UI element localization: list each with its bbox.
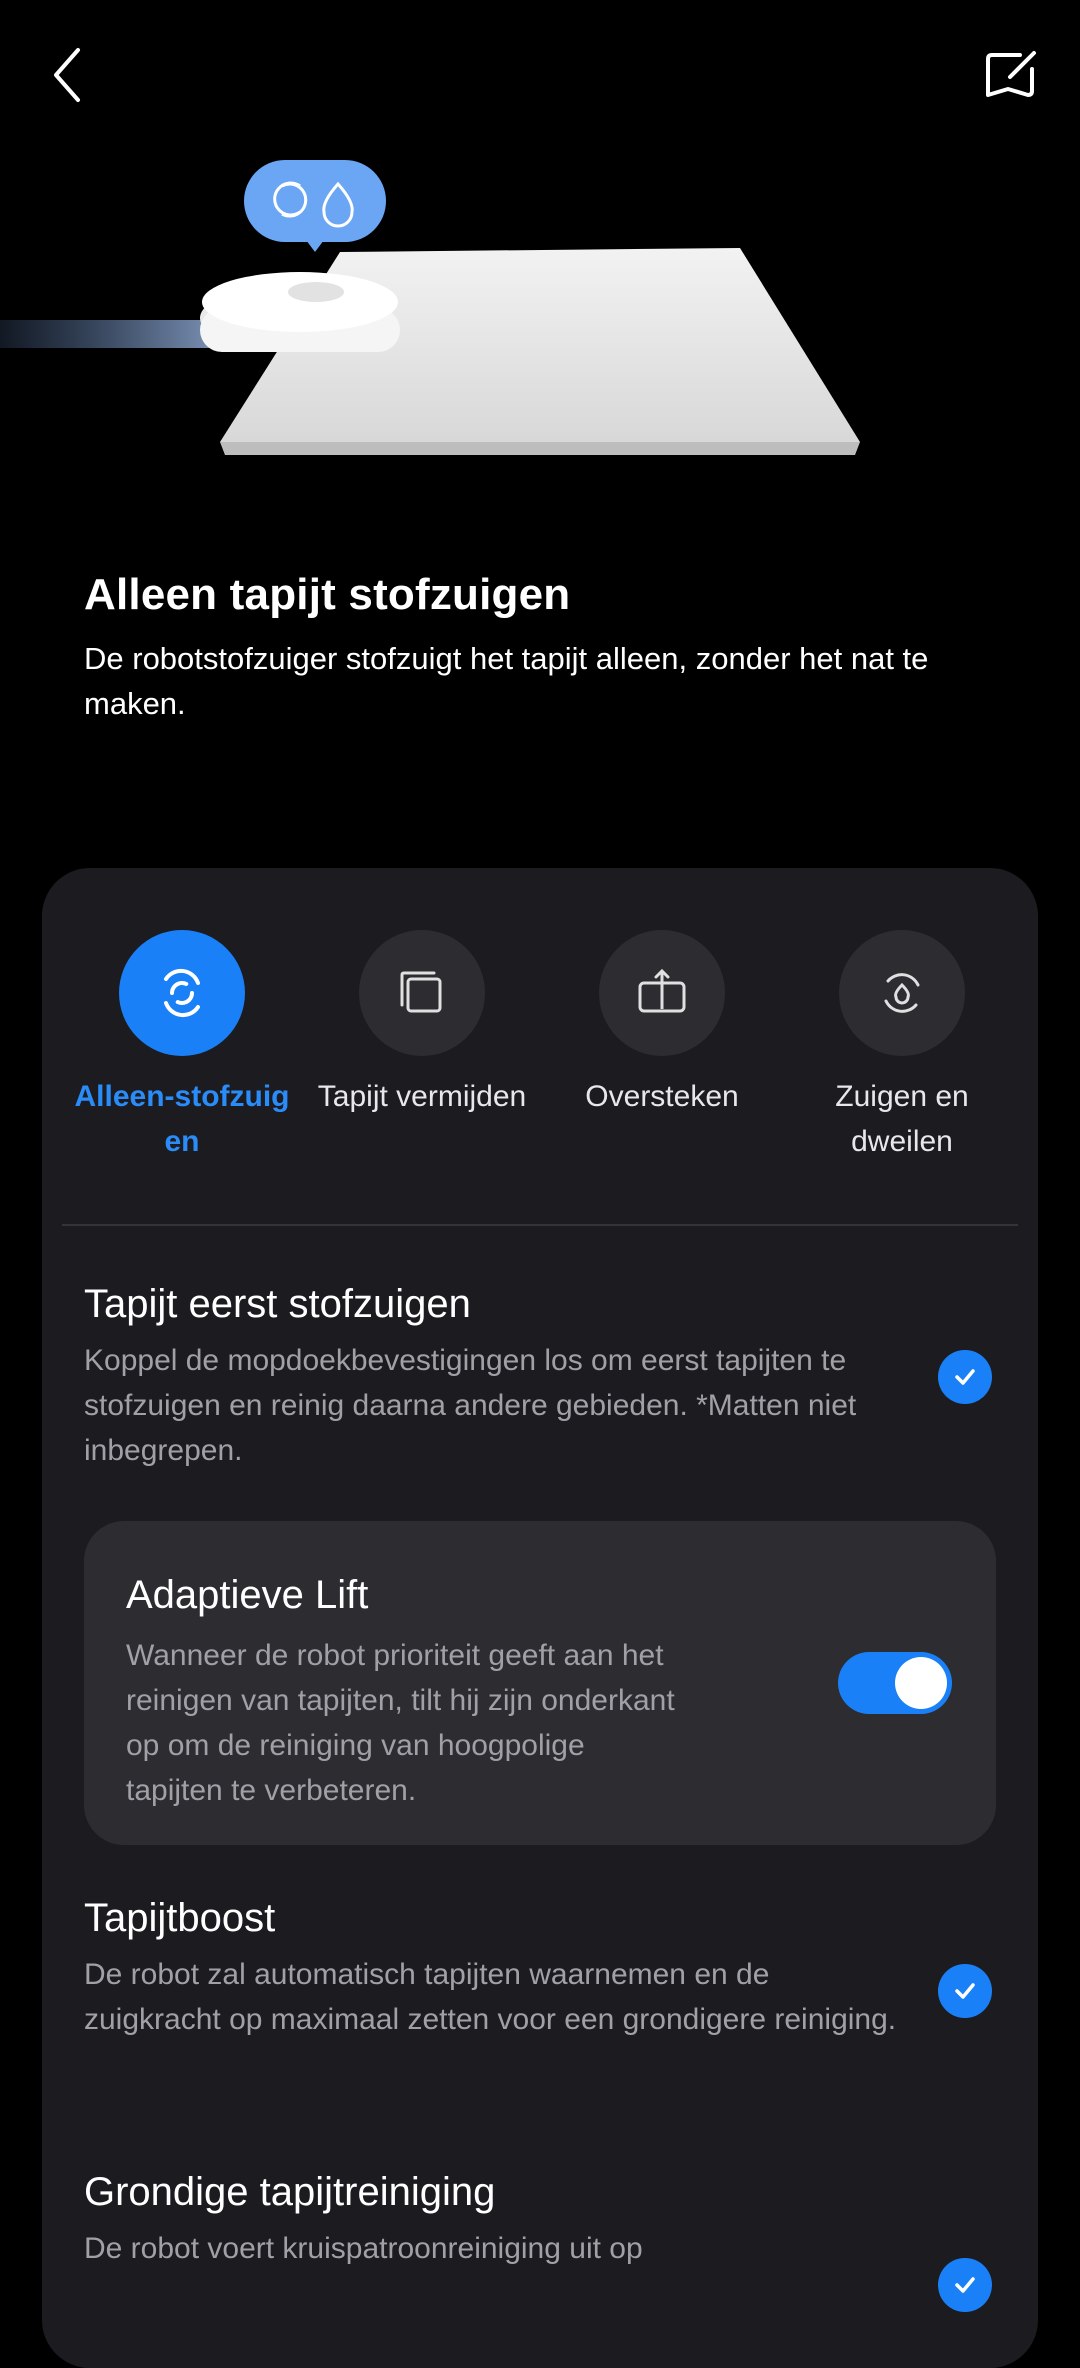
mode-cross[interactable]: Oversteken [542, 930, 782, 1119]
mode-label: Zuigen en dweilen [835, 1080, 969, 1158]
check-icon [955, 2277, 975, 2293]
adaptive-lift-toggle[interactable] [838, 1652, 952, 1714]
swirl-icon [164, 968, 200, 1018]
option-carpet-boost[interactable]: Tapijtboost De robot zal automatisch tap… [84, 1892, 984, 2042]
mode-label: Alleen-stofzuig en [74, 1080, 290, 1158]
chevron-left-icon [54, 48, 80, 102]
mode-vacuum-mop[interactable]: Zuigen en dweilen [782, 930, 1022, 1164]
mode-vacuum-only[interactable]: Alleen-stofzuig en [62, 930, 302, 1164]
option-title: Grondige tapijtreiniging [84, 2170, 496, 2214]
mode-avoid-carpet[interactable]: Tapijt vermijden [302, 930, 542, 1119]
mode-label: Oversteken [585, 1080, 739, 1113]
option-title: Tapijtboost [84, 1896, 276, 1940]
page-title: Alleen tapijt stofzuigen [84, 570, 571, 619]
carpet-settings-panel: Alleen-stofzuig en Tapijt vermijden Over… [42, 868, 1038, 2368]
check-icon [955, 1983, 975, 1999]
mode-label: Tapijt vermijden [317, 1080, 527, 1113]
adaptive-lift-card: Adaptieve Lift Wanneer de robot priorite… [84, 1521, 996, 1845]
mode-icon-circle [119, 930, 245, 1056]
deep-clean-checkbox[interactable] [938, 2258, 992, 2312]
mode-icon-circle [599, 930, 725, 1056]
option-deep-carpet-clean[interactable]: Grondige tapijtreiniging De robot voert … [84, 2166, 984, 2271]
mode-intro: Alleen tapijt stofzuigen De robotstofzui… [84, 570, 1014, 726]
check-icon [955, 1369, 975, 1385]
toggle-knob [895, 1657, 947, 1709]
option-description: Koppel de mopdoekbevestigingen los om ee… [84, 1344, 857, 1467]
mode-selector: Alleen-stofzuig en Tapijt vermijden Over… [62, 930, 1018, 1170]
mode-icon-circle [839, 930, 965, 1056]
page-description: De robotstofzuiger stofzuigt het tapijt … [84, 641, 929, 721]
option-description: Wanneer de robot prioriteit geeft aan he… [126, 1639, 675, 1807]
rug-avoid-icon [400, 971, 442, 1013]
carpet-boost-checkbox[interactable] [938, 1964, 992, 2018]
option-title: Tapijt eerst stofzuigen [84, 1282, 471, 1326]
back-button[interactable] [40, 40, 100, 110]
cross-over-icon [638, 968, 686, 1013]
edit-button[interactable] [980, 45, 1044, 105]
top-bar [0, 0, 1080, 150]
mode-icon-circle [359, 930, 485, 1056]
vacuum-first-checkbox[interactable] [938, 1350, 992, 1404]
edit-square-icon [986, 51, 1036, 97]
option-description: De robot voert kruispatroonreiniging uit… [84, 2232, 643, 2265]
option-vacuum-carpet-first[interactable]: Tapijt eerst stofzuigen Koppel de mopdoe… [84, 1278, 984, 1473]
divider [62, 1224, 1018, 1226]
vacuum-mop-icon [884, 973, 920, 1013]
hero-badge [244, 160, 386, 252]
option-title: Adaptieve Lift [126, 1573, 369, 1617]
option-description: De robot zal automatisch tapijten waarne… [84, 1958, 897, 2036]
hero-illustration [0, 140, 1080, 480]
